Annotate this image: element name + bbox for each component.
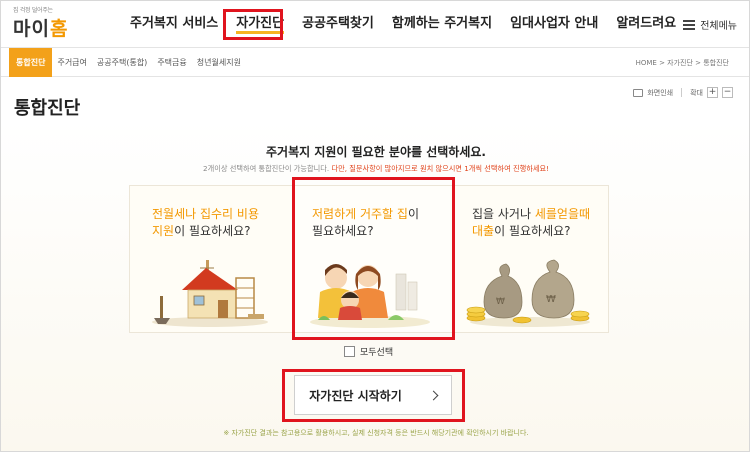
- diagnosis-content: 주거복지 지원이 필요한 분야를 선택하세요. 2개이상 선택하여 통합진단이 …: [1, 121, 749, 451]
- card-rent-repair-text: 전월세나 집수리 비용 지원이 필요하세요?: [152, 207, 259, 238]
- card-affordable-housing[interactable]: 저렴하게 거주할 집이 필요하세요?: [290, 186, 450, 332]
- zoom-label: 확대: [690, 88, 703, 97]
- question-title: 주거복지 지원이 필요한 분야를 선택하세요.: [266, 145, 486, 159]
- all-menu-label: 전체메뉴: [700, 21, 737, 32]
- svg-text:₩: ₩: [546, 294, 556, 305]
- money-bags-icon: ₩ ₩: [466, 259, 590, 327]
- card-rent-repair-support[interactable]: 전월세나 집수리 비용 지원이 필요하세요?: [130, 186, 290, 332]
- subnav-youth-rent-support[interactable]: 청년월세지원: [192, 57, 246, 68]
- nav-self-diagnosis[interactable]: 자가진단: [227, 1, 293, 47]
- print-button[interactable]: 화면인쇄: [647, 88, 673, 98]
- logo-tagline: 집 걱정 덜어주는: [13, 7, 53, 14]
- start-diagnosis-label: 자가진단 시작하기: [309, 388, 402, 403]
- start-diagnosis-button[interactable]: 자가진단 시작하기: [294, 375, 452, 415]
- svg-text:₩: ₩: [496, 297, 505, 307]
- select-all-label: 모두선택: [360, 348, 394, 358]
- nav-housing-welfare-service[interactable]: 주거복지 서비스: [121, 1, 227, 47]
- question-warning: 다만, 질문사항이 많아지므로 원치 않으시면 1개씩 선택하여 진행하세요!: [331, 164, 549, 173]
- question-subtitle: 2개이상 선택하여 통합진단이 가능합니다. 다만, 질문사항이 많아지므로 원…: [203, 164, 549, 173]
- site-header: 집 걱정 덜어주는 마이홈 주거복지 서비스 자가진단 공공주택찾기 함께하는 …: [1, 1, 749, 47]
- hamburger-icon: [683, 19, 696, 30]
- family-icon: [310, 264, 430, 328]
- divider: [681, 88, 683, 97]
- card-purchase-loan[interactable]: 집을 사거나 세를얻을때 대출이 필요하세요? ₩ ₩: [450, 186, 610, 332]
- main-nav: 주거복지 서비스 자가진단 공공주택찾기 함께하는 주거복지 임대사업자 안내 …: [121, 1, 685, 47]
- page-title: 통합진단: [14, 98, 81, 119]
- sub-nav: 통합진단 주거급여 공공주택(통합) 주택금융 청년월세지원 HOME > 자가…: [1, 47, 749, 77]
- site-logo[interactable]: 집 걱정 덜어주는 마이홈: [13, 5, 83, 41]
- subnav-integrated-diagnosis[interactable]: 통합진단: [9, 48, 53, 77]
- card-purchase-loan-text: 집을 사거나 세를얻을때 대출이 필요하세요?: [472, 207, 591, 238]
- breadcrumb: HOME > 자가진단 > 통합진단: [635, 59, 729, 67]
- print-icon[interactable]: [633, 88, 644, 97]
- subnav-public-housing[interactable]: 공공주택(통합): [92, 57, 152, 68]
- zoom-out-button[interactable]: −: [722, 87, 733, 98]
- subnav-housing-benefit[interactable]: 주거급여: [52, 57, 91, 68]
- nav-rental-business-guide[interactable]: 임대사업자 안내: [501, 1, 607, 47]
- select-all-option[interactable]: 모두선택: [344, 345, 393, 358]
- page-frame: 집 걱정 덜어주는 마이홈 주거복지 서비스 자가진단 공공주택찾기 함께하는 …: [0, 0, 750, 452]
- chevron-right-icon: [428, 390, 439, 400]
- all-menu-button[interactable]: 전체메뉴: [683, 17, 737, 32]
- house-icon: [152, 260, 268, 327]
- nav-notices[interactable]: 알려드려요: [607, 1, 685, 47]
- logo-name: 마이홈: [13, 18, 69, 40]
- card-affordable-housing-text: 저렴하게 거주할 집이 필요하세요?: [312, 207, 419, 238]
- subnav-housing-finance[interactable]: 주택금융: [152, 57, 191, 68]
- select-all-checkbox[interactable]: [344, 346, 355, 357]
- category-cards: 전월세나 집수리 비용 지원이 필요하세요? 저렴하게 거주할 집이 필요하세요…: [129, 185, 609, 333]
- zoom-in-button[interactable]: +: [707, 87, 718, 98]
- nav-public-housing-search[interactable]: 공공주택찾기: [293, 1, 383, 47]
- nav-shared-housing-welfare[interactable]: 함께하는 주거복지: [383, 1, 501, 47]
- disclaimer-note: ※ 자가진단 결과는 참고용으로 활용하시고, 실제 신청자격 등은 반드시 해…: [223, 429, 529, 437]
- page-utilities: 화면인쇄 확대 + −: [633, 87, 733, 98]
